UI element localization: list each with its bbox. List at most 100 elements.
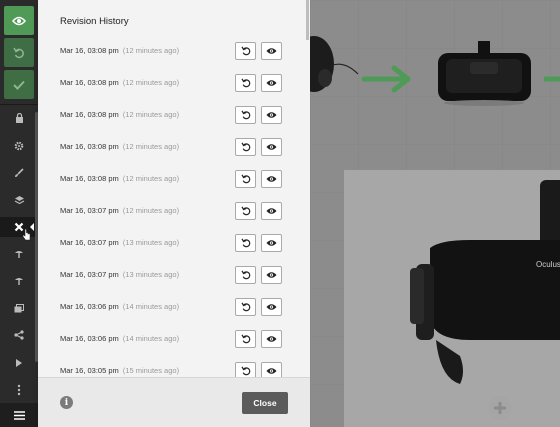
restore-revision-button[interactable] (235, 170, 256, 188)
editor-canvas[interactable]: Oculus (310, 0, 560, 427)
revision-date: Mar 16, 03:08 pm (60, 46, 119, 55)
revision-date: Mar 16, 03:05 pm (60, 366, 119, 375)
restore-revision-button[interactable] (235, 42, 256, 60)
tool-brush[interactable] (0, 163, 38, 183)
revision-relative-time: (12 minutes ago) (122, 78, 180, 87)
undo-icon (240, 270, 250, 280)
revision-timestamp: Mar 16, 03:07 pm (13 minutes ago) (60, 238, 179, 247)
save-button[interactable] (4, 70, 34, 99)
tool-play[interactable] (0, 353, 38, 373)
eye-icon (266, 304, 277, 310)
revision-timestamp: Mar 16, 03:08 pm (12 minutes ago) (60, 142, 179, 151)
undo-icon (240, 206, 250, 216)
vr-badge: Oculus (536, 260, 560, 269)
vr-headset-scene: Oculus (310, 36, 560, 427)
revision-relative-time: (12 minutes ago) (122, 142, 180, 151)
restore-revision-button[interactable] (235, 202, 256, 220)
revision-timestamp: Mar 16, 03:08 pm (12 minutes ago) (60, 174, 179, 183)
eye-icon (266, 208, 277, 214)
hotspot-alt-icon (15, 278, 23, 285)
tool-hotspot-alt[interactable] (0, 271, 38, 291)
main-menu-button[interactable] (0, 403, 38, 427)
revision-date: Mar 16, 03:06 pm (60, 302, 119, 311)
revision-relative-time: (12 minutes ago) (122, 206, 180, 215)
info-icon[interactable]: i (60, 396, 73, 409)
undo-icon (240, 142, 250, 152)
preview-button[interactable] (4, 6, 34, 35)
restore-revision-button[interactable] (235, 298, 256, 316)
revision-row: Mar 16, 03:08 pm (12 minutes ago) (60, 42, 282, 60)
headset-thumbnail-left (310, 36, 359, 92)
revision-relative-time: (13 minutes ago) (122, 238, 180, 247)
undo-button[interactable] (4, 38, 34, 67)
restore-revision-button[interactable] (235, 74, 256, 92)
tool-media[interactable] (0, 298, 38, 318)
tool-layers[interactable] (0, 190, 38, 210)
undo-icon (240, 110, 250, 120)
eye-icon (266, 176, 277, 182)
add-button[interactable] (488, 396, 512, 420)
revision-timestamp: Mar 16, 03:07 pm (13 minutes ago) (60, 270, 179, 279)
preview-revision-button[interactable] (261, 170, 282, 188)
panel-title: Revision History (60, 16, 129, 27)
tool-hotspot[interactable] (0, 244, 38, 264)
restore-revision-button[interactable] (235, 330, 256, 348)
preview-revision-button[interactable] (261, 330, 282, 348)
eye-icon (266, 112, 277, 118)
preview-revision-button[interactable] (261, 202, 282, 220)
tool-settings[interactable] (0, 136, 38, 156)
close-button[interactable]: Close (242, 392, 288, 414)
eye-icon (266, 336, 277, 342)
restore-revision-button[interactable] (235, 106, 256, 124)
revision-date: Mar 16, 03:07 pm (60, 270, 119, 279)
hotspot-icon (15, 251, 23, 258)
revision-history-panel: Revision History Mar 16, 03:08 pm (12 min… (38, 0, 310, 427)
tool-more[interactable] (0, 380, 38, 400)
tool-share[interactable] (0, 325, 38, 345)
undo-icon (240, 78, 250, 88)
revision-date: Mar 16, 03:08 pm (60, 110, 119, 119)
eye-icon (266, 144, 277, 150)
headset-thumbnail-center (438, 41, 531, 106)
revision-date: Mar 16, 03:08 pm (60, 174, 119, 183)
hamburger-icon (13, 410, 25, 420)
revision-relative-time: (12 minutes ago) (122, 174, 180, 183)
undo-icon (13, 47, 24, 58)
revision-row: Mar 16, 03:08 pm (12 minutes ago) (60, 138, 282, 156)
preview-revision-button[interactable] (261, 138, 282, 156)
revision-relative-time: (14 minutes ago) (122, 334, 180, 343)
revision-timestamp: Mar 16, 03:08 pm (12 minutes ago) (60, 110, 179, 119)
tool-lock[interactable] (0, 108, 38, 128)
revision-timestamp: Mar 16, 03:06 pm (14 minutes ago) (60, 302, 179, 311)
gear-icon (14, 141, 24, 151)
undo-icon (240, 302, 250, 312)
undo-icon (240, 238, 250, 248)
restore-revision-button[interactable] (235, 266, 256, 284)
plus-icon (494, 402, 506, 414)
preview-revision-button[interactable] (261, 234, 282, 252)
revision-row: Mar 16, 03:07 pm (13 minutes ago) (60, 234, 282, 252)
undo-icon (240, 366, 250, 376)
eye-icon (266, 240, 277, 246)
preview-revision-button[interactable] (261, 74, 282, 92)
undo-icon (240, 46, 250, 56)
preview-revision-button[interactable] (261, 42, 282, 60)
eye-icon (266, 368, 277, 374)
preview-revision-button[interactable] (261, 106, 282, 124)
lock-icon (15, 113, 23, 123)
share-icon (14, 330, 24, 340)
restore-revision-button[interactable] (235, 138, 256, 156)
restore-revision-button[interactable] (235, 234, 256, 252)
preview-revision-button[interactable] (261, 298, 282, 316)
revision-date: Mar 16, 03:06 pm (60, 334, 119, 343)
revision-timestamp: Mar 16, 03:06 pm (14 minutes ago) (60, 334, 179, 343)
preview-revision-button[interactable] (261, 266, 282, 284)
revision-row: Mar 16, 03:06 pm (14 minutes ago) (60, 298, 282, 316)
hand-cursor-icon (22, 229, 31, 241)
eye-icon (266, 48, 277, 54)
revision-relative-time: (15 minutes ago) (122, 366, 180, 375)
tool-revisions[interactable] (0, 217, 38, 241)
revision-timestamp: Mar 16, 03:08 pm (12 minutes ago) (60, 46, 179, 55)
revision-row: Mar 16, 03:08 pm (12 minutes ago) (60, 74, 282, 92)
panel-scrollbar[interactable] (306, 0, 309, 40)
